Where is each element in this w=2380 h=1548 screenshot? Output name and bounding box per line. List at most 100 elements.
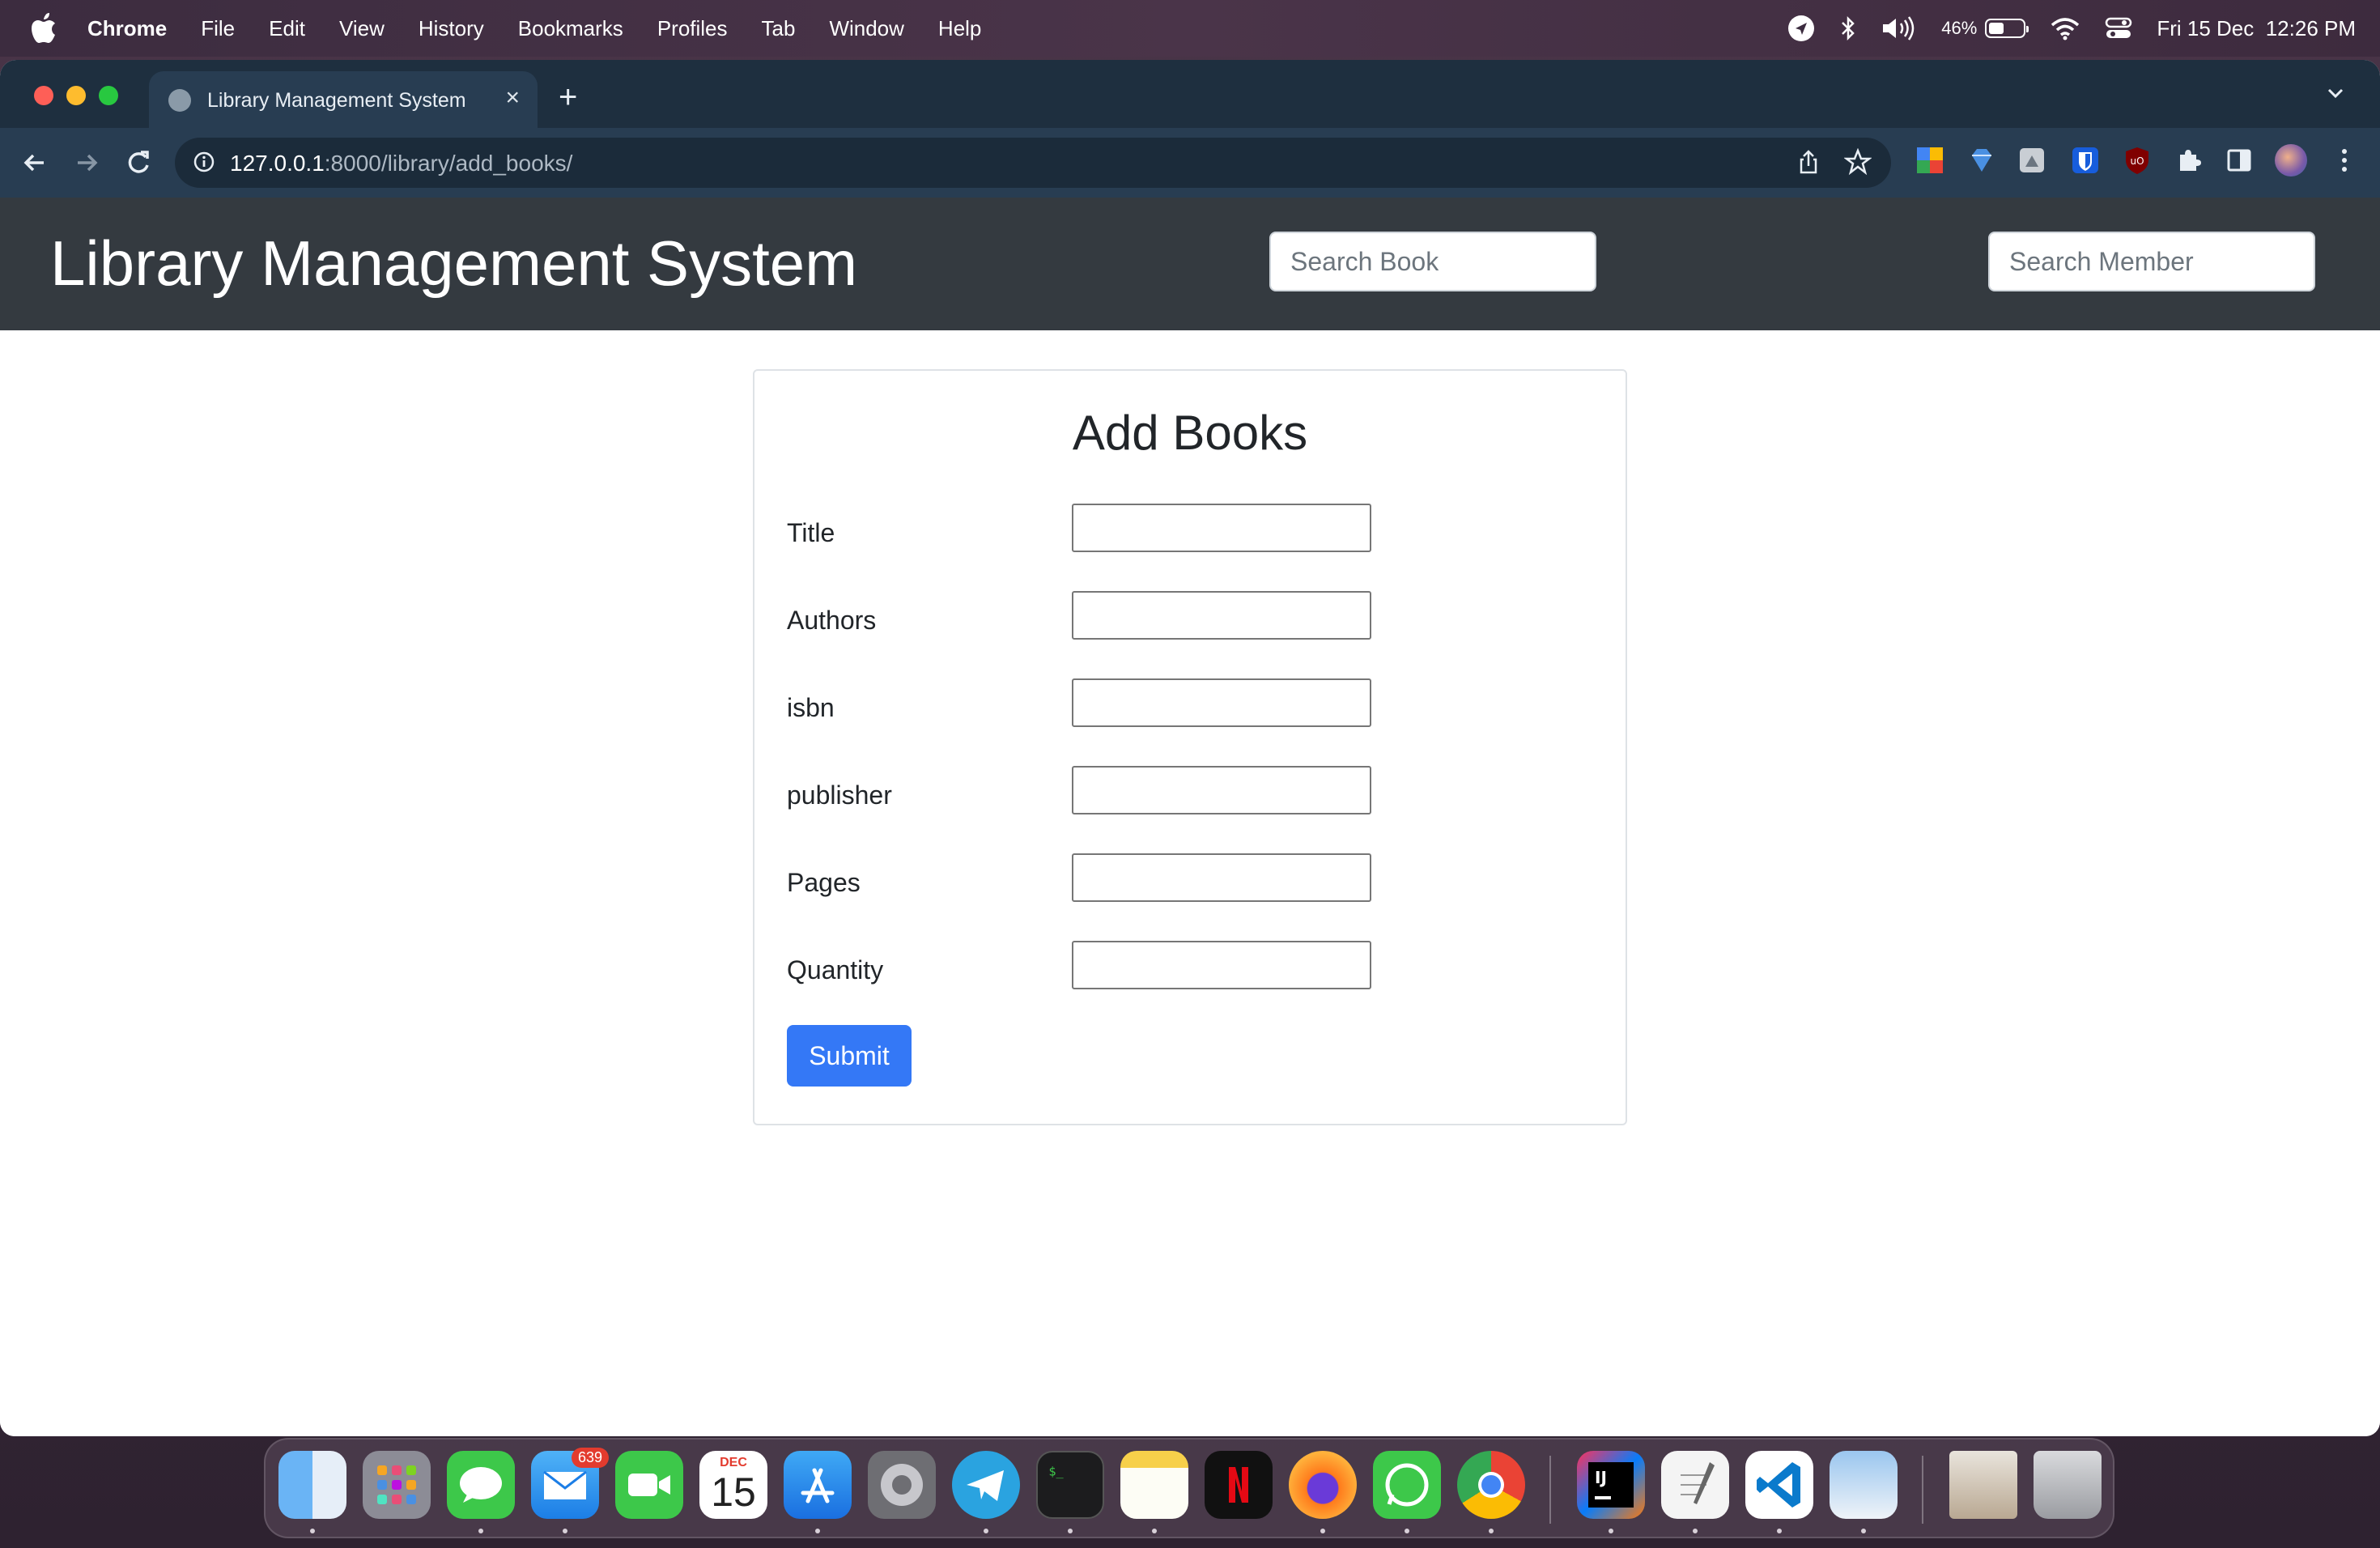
site-info-icon[interactable] bbox=[193, 151, 215, 173]
mail-badge: 639 bbox=[572, 1448, 610, 1468]
back-arrow-icon[interactable] bbox=[18, 146, 52, 180]
downloads-stack-icon[interactable] bbox=[1949, 1451, 2017, 1519]
google-translate-extension-icon[interactable] bbox=[1914, 144, 1946, 176]
app-store-a-icon bbox=[801, 1468, 835, 1503]
battery-percent: 46% bbox=[1941, 18, 1978, 38]
apple-icon[interactable] bbox=[31, 13, 57, 44]
menu-profiles[interactable]: Profiles bbox=[657, 16, 728, 41]
preview-icon[interactable] bbox=[1830, 1451, 1898, 1519]
forward-arrow-icon[interactable] bbox=[70, 146, 104, 180]
menu-window[interactable]: Window bbox=[829, 16, 903, 41]
messages-icon[interactable] bbox=[447, 1451, 515, 1519]
notes-running-dot bbox=[1152, 1529, 1157, 1533]
authors-input[interactable] bbox=[1072, 591, 1371, 640]
field-label-pages: Pages bbox=[787, 868, 861, 897]
menu-help[interactable]: Help bbox=[938, 16, 981, 41]
menu-bookmarks[interactable]: Bookmarks bbox=[518, 16, 623, 41]
intellij-icon[interactable]: IJ bbox=[1577, 1451, 1645, 1519]
bitwarden-icon[interactable] bbox=[2069, 144, 2102, 176]
new-tab-icon[interactable]: + bbox=[559, 81, 577, 113]
wifi-icon[interactable] bbox=[2050, 16, 2080, 40]
location-icon[interactable] bbox=[1787, 15, 1815, 42]
firefox-icon[interactable] bbox=[1289, 1451, 1357, 1519]
notes-icon[interactable] bbox=[1120, 1451, 1188, 1519]
page-content: Library Management System Add Books Titl… bbox=[0, 198, 2380, 1436]
publisher-input[interactable] bbox=[1072, 766, 1371, 814]
svg-text:uO: uO bbox=[2130, 155, 2144, 167]
tab-search-chevron-icon[interactable] bbox=[2323, 81, 2348, 105]
tab-close-icon[interactable]: × bbox=[505, 84, 520, 112]
field-row-pages: Pages bbox=[787, 853, 1515, 902]
finder-icon[interactable] bbox=[278, 1451, 346, 1519]
window-zoom-button[interactable] bbox=[99, 86, 118, 105]
chrome-icon[interactable] bbox=[1457, 1451, 1525, 1519]
diamond-extension-icon[interactable] bbox=[1966, 144, 1998, 176]
address-bar[interactable]: 127.0.0.1:8000/library/add_books/ bbox=[175, 138, 1891, 188]
bookmark-star-icon[interactable] bbox=[1844, 148, 1872, 176]
url-path: :8000/library/add_books/ bbox=[324, 151, 573, 176]
quantity-input[interactable] bbox=[1072, 941, 1371, 989]
menu-edit[interactable]: Edit bbox=[269, 16, 305, 41]
url-text[interactable]: 127.0.0.1:8000/library/add_books/ bbox=[230, 151, 572, 176]
textedit-icon[interactable] bbox=[1661, 1451, 1729, 1519]
bluetooth-icon[interactable] bbox=[1839, 15, 1857, 41]
title-input[interactable] bbox=[1072, 504, 1371, 552]
screenshot-extension-icon[interactable] bbox=[2016, 144, 2048, 176]
add-books-card: Add Books Title Authors isbn publisher P… bbox=[753, 369, 1627, 1125]
whatsapp-icon[interactable] bbox=[1373, 1451, 1441, 1519]
ublock-origin-icon[interactable]: uO bbox=[2121, 144, 2153, 176]
tab-strip: Library Management System × + bbox=[0, 60, 2380, 128]
window-close-button[interactable] bbox=[34, 86, 53, 105]
menu-view[interactable]: View bbox=[339, 16, 385, 41]
extensions-puzzle-icon[interactable] bbox=[2173, 144, 2205, 176]
menu-file[interactable]: File bbox=[201, 16, 235, 41]
netflix-icon[interactable] bbox=[1205, 1451, 1273, 1519]
search-member-input[interactable] bbox=[1988, 232, 2315, 291]
site-brand[interactable]: Library Management System bbox=[50, 227, 857, 300]
field-row-quantity: Quantity bbox=[787, 941, 1515, 989]
menu-history[interactable]: History bbox=[419, 16, 484, 41]
control-center-icon[interactable] bbox=[2105, 16, 2132, 40]
globe-icon bbox=[168, 89, 191, 112]
system-settings-icon[interactable] bbox=[868, 1451, 936, 1519]
calendar-icon[interactable]: DEC 15 bbox=[699, 1451, 767, 1519]
pages-input[interactable] bbox=[1072, 853, 1371, 902]
field-label-quantity: Quantity bbox=[787, 955, 884, 985]
tab-library-management[interactable]: Library Management System × bbox=[149, 71, 538, 128]
battery-icon[interactable] bbox=[1985, 19, 2029, 38]
window-minimize-button[interactable] bbox=[66, 86, 86, 105]
isbn-input[interactable] bbox=[1072, 678, 1371, 727]
vscode-icon[interactable] bbox=[1745, 1451, 1813, 1519]
menu-app-name[interactable]: Chrome bbox=[87, 16, 167, 41]
launchpad-icon[interactable] bbox=[363, 1451, 431, 1519]
app-store-icon[interactable] bbox=[784, 1451, 852, 1519]
reload-icon[interactable] bbox=[121, 146, 155, 180]
mail-icon[interactable]: 639 bbox=[531, 1448, 610, 1519]
chrome-menu-icon[interactable] bbox=[2328, 144, 2361, 176]
search-book-input[interactable] bbox=[1269, 232, 1596, 291]
textedit-running-dot bbox=[1693, 1529, 1698, 1533]
menu-tab[interactable]: Tab bbox=[762, 16, 796, 41]
terminal-running-dot bbox=[1068, 1529, 1073, 1533]
side-panel-icon[interactable] bbox=[2223, 144, 2255, 176]
calendar-day: 15 bbox=[711, 1469, 756, 1515]
submit-button[interactable]: Submit bbox=[787, 1025, 912, 1087]
browser-window: Library Management System × + 127.0.0.1:… bbox=[0, 60, 2380, 1436]
paper-plane-icon bbox=[967, 1470, 1004, 1501]
facetime-icon[interactable] bbox=[615, 1451, 683, 1519]
svg-text:IJ: IJ bbox=[1595, 1468, 1607, 1487]
menu-clock[interactable]: Fri 15 Dec 12:26 PM bbox=[2157, 16, 2356, 41]
intellij-ij-icon: IJ bbox=[1588, 1462, 1634, 1508]
dock-separator bbox=[1549, 1456, 1551, 1524]
preview-running-dot bbox=[1861, 1529, 1866, 1533]
share-icon[interactable] bbox=[1796, 149, 1821, 175]
terminal-icon[interactable]: $_ bbox=[1036, 1451, 1104, 1519]
field-label-isbn: isbn bbox=[787, 693, 835, 722]
menu-bar: Chrome File Edit View History Bookmarks … bbox=[0, 0, 2380, 57]
telegram-icon[interactable] bbox=[952, 1451, 1020, 1519]
profile-avatar[interactable] bbox=[2275, 144, 2307, 176]
volume-icon[interactable] bbox=[1881, 15, 1917, 41]
trash-icon[interactable] bbox=[2034, 1451, 2102, 1519]
battery-fill bbox=[1989, 23, 2004, 34]
field-row-isbn: isbn bbox=[787, 678, 1515, 727]
